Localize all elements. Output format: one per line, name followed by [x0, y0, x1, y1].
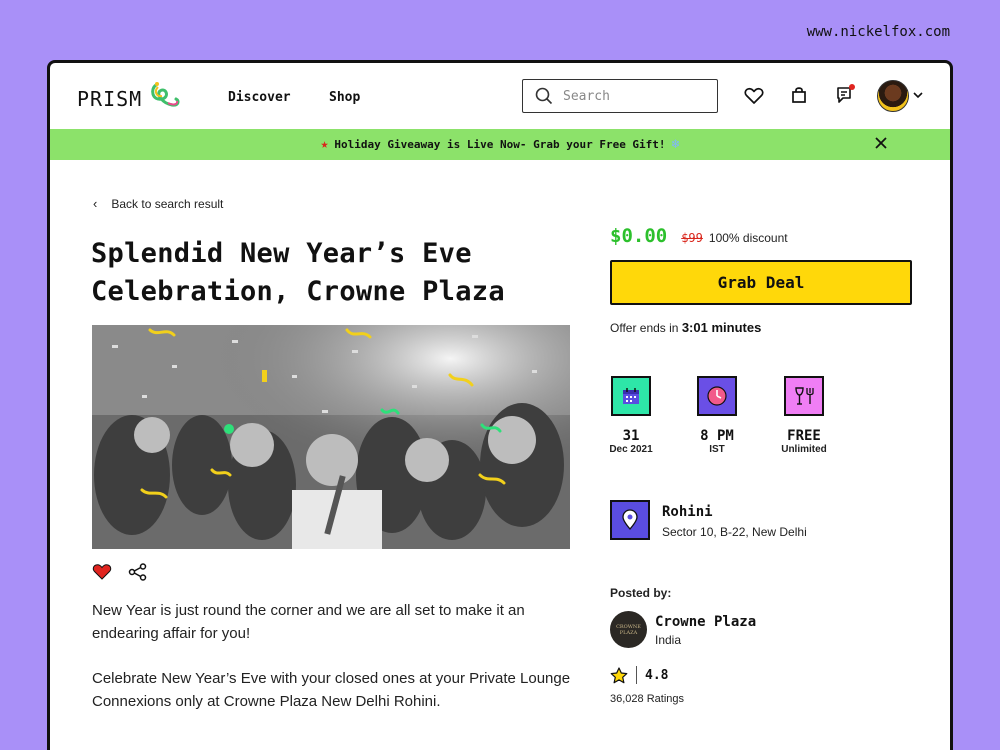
rating-count: 36,028 Ratings	[610, 693, 684, 705]
logo-swirl-icon	[151, 82, 180, 107]
poster-logo-text: CROWNE PLAZA	[616, 623, 641, 636]
offer-time: 3:01 minutes	[681, 320, 762, 335]
discount-label: 100% discount	[708, 231, 788, 245]
avatar[interactable]	[877, 80, 909, 112]
event-actions	[92, 563, 148, 581]
event-photo	[92, 325, 570, 549]
notification-dot	[849, 84, 855, 90]
info-food-big: FREE	[787, 428, 821, 444]
event-title: Splendid New Year’s Eve Celebration, Cro…	[91, 235, 571, 311]
posted-by-label: Posted by:	[610, 586, 672, 600]
heart-icon[interactable]	[744, 87, 764, 105]
rating-value: 4.8	[645, 667, 669, 683]
description-paragraph-1: New Year is just round the corner and we…	[92, 602, 525, 642]
snowflake-icon: ❄	[671, 137, 680, 152]
calendar-icon	[611, 376, 651, 416]
info-date-small: Dec 2021	[609, 444, 653, 455]
info-food-small: Unlimited	[781, 444, 827, 455]
info-time-big: 8 PM	[700, 428, 734, 444]
nav-discover[interactable]: Discover	[228, 90, 291, 105]
close-icon[interactable]	[874, 136, 888, 150]
poster-logo[interactable]: CROWNE PLAZA	[610, 611, 647, 648]
location-pin-icon	[610, 500, 650, 540]
banner-text: Holiday Giveaway is Live Now- Grab your …	[334, 138, 666, 151]
info-date: 31 Dec 2021	[591, 376, 671, 455]
info-time: 8 PM IST	[677, 376, 757, 455]
header: PRISM Discover Shop	[50, 63, 950, 129]
logo[interactable]: PRISM	[77, 82, 182, 113]
event-description: New Year is just round the corner and we…	[92, 599, 572, 735]
description-paragraph-2: Celebrate New Year’s Eve with your close…	[92, 670, 571, 710]
offer-prefix: Offer ends in	[610, 321, 679, 335]
star-icon	[610, 666, 628, 683]
promo-banner: ★ Holiday Giveaway is Live Now- Grab you…	[50, 129, 950, 160]
logo-text: PRISM	[77, 87, 143, 111]
current-price: $0.00	[610, 225, 668, 247]
party-crowd-image	[92, 325, 570, 549]
info-food: FREE Unlimited	[764, 376, 844, 455]
search-icon	[535, 87, 553, 105]
share-icon[interactable]	[128, 563, 148, 581]
back-link[interactable]: ‹ Back to search result	[93, 196, 223, 211]
search-input[interactable]	[563, 88, 703, 104]
price-row: $0.00 $99 100% discount	[610, 225, 788, 247]
info-time-small: IST	[709, 444, 725, 455]
poster-name[interactable]: Crowne Plaza	[655, 614, 756, 630]
star-icon: ★	[320, 137, 329, 152]
shopping-bag-icon[interactable]	[791, 85, 807, 105]
clock-icon	[697, 376, 737, 416]
site-url: www.nickelfox.com	[806, 24, 950, 40]
rating-divider	[636, 666, 637, 684]
event-title-line1: Splendid New Year’s Eve	[91, 238, 472, 269]
event-title-line2: Celebration, Crowne Plaza	[91, 276, 505, 307]
info-date-big: 31	[622, 428, 640, 444]
poster-country: India	[655, 633, 682, 647]
dining-icon	[784, 376, 824, 416]
location-address: Sector 10, B-22, New Delhi	[662, 525, 807, 539]
rating: 4.8	[610, 666, 668, 684]
chevron-left-icon: ‹	[93, 196, 98, 211]
search-box[interactable]	[522, 79, 718, 113]
location-name: Rohini	[662, 504, 713, 520]
back-link-label: Back to search result	[111, 196, 224, 211]
grab-deal-button[interactable]: Grab Deal	[610, 260, 912, 305]
browser-frame: PRISM Discover Shop Search ★ Holiday Giv…	[47, 60, 953, 750]
original-price: $99	[681, 231, 703, 245]
chevron-down-icon[interactable]	[913, 91, 923, 99]
offer-timer: Offer ends in 3:01 minutes	[610, 320, 761, 335]
nav-shop[interactable]: Shop	[329, 90, 360, 105]
heart-filled-icon[interactable]	[92, 563, 112, 581]
